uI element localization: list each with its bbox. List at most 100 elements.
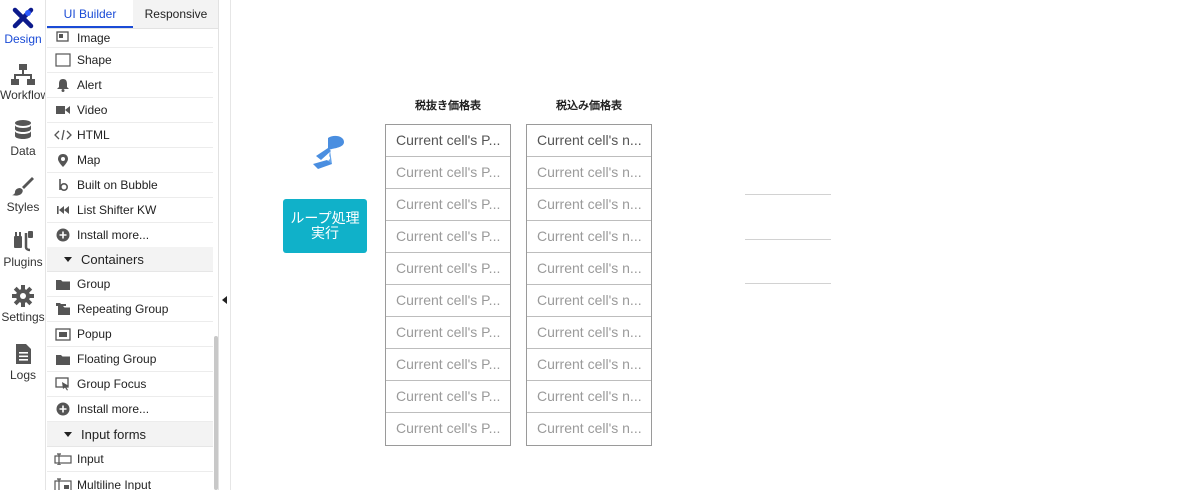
palette-item-group-focus[interactable]: Group Focus bbox=[47, 372, 213, 397]
repeating-group-cell[interactable]: Current cell's P... bbox=[386, 285, 510, 317]
bubble-element-icon[interactable] bbox=[308, 134, 352, 174]
repeating-group-cell[interactable]: Current cell's P... bbox=[386, 317, 510, 349]
section-input-forms[interactable]: Input forms bbox=[47, 422, 213, 447]
repeating-group-cell[interactable]: Current cell's P... bbox=[386, 125, 510, 157]
repeating-group-cell[interactable]: Current cell's P... bbox=[386, 157, 510, 189]
palette-item-floating-group[interactable]: Floating Group bbox=[47, 347, 213, 372]
rail-item-design[interactable]: Design bbox=[0, 6, 45, 58]
palette-item-video[interactable]: Video bbox=[47, 98, 213, 123]
folder-icon bbox=[47, 278, 77, 291]
palette-item-label: Group Focus bbox=[77, 377, 147, 391]
bell-icon bbox=[47, 78, 77, 92]
popup-window-icon bbox=[47, 327, 77, 341]
palette-item-html[interactable]: HTML bbox=[47, 123, 213, 148]
map-pin-icon bbox=[47, 153, 77, 167]
plus-circle-icon bbox=[47, 402, 77, 416]
repeating-group-cell[interactable]: Current cell's P... bbox=[386, 253, 510, 285]
palette-item-list-shifter[interactable]: List Shifter KW bbox=[47, 198, 213, 223]
document-icon bbox=[16, 344, 31, 364]
repeating-group-cell[interactable]: Current cell's n... bbox=[527, 125, 651, 157]
rail-label-logs: Logs bbox=[9, 368, 37, 382]
palette-item-label: Popup bbox=[77, 327, 112, 341]
palette-item-label: Video bbox=[77, 103, 108, 117]
repeating-group-cell[interactable]: Current cell's n... bbox=[527, 189, 651, 221]
palette-item-input[interactable]: Input bbox=[47, 447, 213, 472]
section-containers[interactable]: Containers bbox=[47, 247, 213, 272]
text-input-icon bbox=[47, 453, 77, 465]
palette-item-label: List Shifter KW bbox=[77, 203, 157, 217]
focus-cursor-icon bbox=[47, 377, 77, 391]
palette-item-install-more-containers[interactable]: Install more... bbox=[47, 397, 213, 422]
left-nav-rail: Design Workflow Data Styles Plugins Sett… bbox=[0, 0, 46, 490]
database-icon bbox=[15, 120, 31, 139]
repeating-group-tax-excluded[interactable]: Current cell's P... Current cell's P... Cu… bbox=[385, 124, 511, 446]
repeating-group-cell[interactable]: Current cell's n... bbox=[527, 285, 651, 317]
palette-item-shape[interactable]: Shape bbox=[47, 48, 213, 73]
divider-line bbox=[745, 283, 831, 284]
rail-item-plugins[interactable]: Plugins bbox=[0, 229, 45, 281]
palette-item-label: Multiline Input bbox=[77, 477, 152, 490]
caret-down-icon bbox=[64, 256, 72, 262]
collapse-panel-arrow-icon[interactable] bbox=[222, 296, 227, 304]
multiline-input-icon bbox=[47, 477, 77, 490]
design-icon bbox=[12, 7, 34, 29]
palette-item-label: Alert bbox=[77, 78, 102, 92]
palette-item-label: Group bbox=[77, 277, 111, 291]
palette-item-multiline-input[interactable]: Multiline Input bbox=[47, 472, 213, 490]
rail-item-logs[interactable]: Logs bbox=[0, 342, 45, 394]
repeating-group-cell[interactable]: Current cell's n... bbox=[527, 413, 651, 445]
palette-item-repeating-group[interactable]: Repeating Group bbox=[47, 297, 213, 322]
repeating-group-cell[interactable]: Current cell's n... bbox=[527, 157, 651, 189]
palette-item-label: Map bbox=[77, 153, 101, 167]
repeating-group-cell[interactable]: Current cell's P... bbox=[386, 349, 510, 381]
element-palette: UI Builder Responsive Image Shape Alert … bbox=[47, 0, 219, 490]
gear-icon bbox=[12, 285, 34, 307]
workflow-icon bbox=[11, 64, 35, 85]
rail-label-data: Data bbox=[10, 144, 36, 158]
design-canvas[interactable] bbox=[231, 0, 1200, 490]
palette-scrollbar[interactable] bbox=[214, 336, 218, 490]
divider-line bbox=[745, 194, 831, 195]
palette-item-label: Image bbox=[77, 31, 111, 45]
palette-item-label: Repeating Group bbox=[77, 302, 169, 316]
palette-item-install-more[interactable]: Install more... bbox=[47, 223, 213, 248]
loop-execute-button[interactable]: ループ処理実行 bbox=[283, 199, 367, 253]
repeating-group-cell[interactable]: Current cell's n... bbox=[527, 317, 651, 349]
palette-item-label: Shape bbox=[77, 53, 112, 67]
folders-icon bbox=[47, 302, 77, 316]
palette-item-label: Install more... bbox=[77, 402, 150, 416]
repeating-group-cell[interactable]: Current cell's n... bbox=[527, 349, 651, 381]
repeating-group-cell[interactable]: Current cell's P... bbox=[386, 381, 510, 413]
repeating-group-cell[interactable]: Current cell's n... bbox=[527, 221, 651, 253]
palette-item-alert[interactable]: Alert bbox=[47, 73, 213, 98]
caret-down-icon bbox=[64, 431, 72, 437]
repeating-group-cell[interactable]: Current cell's P... bbox=[386, 413, 510, 445]
palette-item-map[interactable]: Map bbox=[47, 148, 213, 173]
rail-label-workflow: Workflow bbox=[0, 88, 46, 102]
section-label: Containers bbox=[81, 251, 144, 267]
rail-item-workflow[interactable]: Workflow bbox=[0, 62, 46, 114]
repeating-group-tax-included[interactable]: Current cell's n... Current cell's n... Cu… bbox=[526, 124, 652, 446]
divider-line bbox=[745, 239, 831, 240]
palette-item-label: Input bbox=[77, 452, 104, 466]
plus-circle-icon bbox=[47, 228, 77, 242]
palette-item-popup[interactable]: Popup bbox=[47, 322, 213, 347]
image-icon bbox=[47, 31, 77, 45]
video-camera-icon bbox=[47, 104, 77, 116]
palette-item-built-on-bubble[interactable]: Built on Bubble bbox=[47, 173, 213, 198]
repeating-group-cell[interactable]: Current cell's P... bbox=[386, 221, 510, 253]
rail-item-data[interactable]: Data bbox=[0, 118, 45, 170]
palette-item-group[interactable]: Group bbox=[47, 272, 213, 297]
palette-item-image[interactable]: Image bbox=[47, 29, 213, 48]
rewind-icon bbox=[47, 205, 77, 215]
rail-item-styles[interactable]: Styles bbox=[0, 174, 45, 226]
repeating-group-cell[interactable]: Current cell's n... bbox=[527, 253, 651, 285]
rail-item-settings[interactable]: Settings bbox=[0, 284, 45, 336]
repeating-group-cell[interactable]: Current cell's P... bbox=[386, 189, 510, 221]
tab-responsive[interactable]: Responsive bbox=[133, 0, 218, 28]
tab-ui-builder[interactable]: UI Builder bbox=[47, 0, 133, 28]
palette-item-label: HTML bbox=[77, 128, 110, 142]
repeating-group-cell[interactable]: Current cell's n... bbox=[527, 381, 651, 413]
palette-tabs: UI Builder Responsive bbox=[47, 0, 218, 29]
rail-label-settings: Settings bbox=[1, 310, 45, 324]
